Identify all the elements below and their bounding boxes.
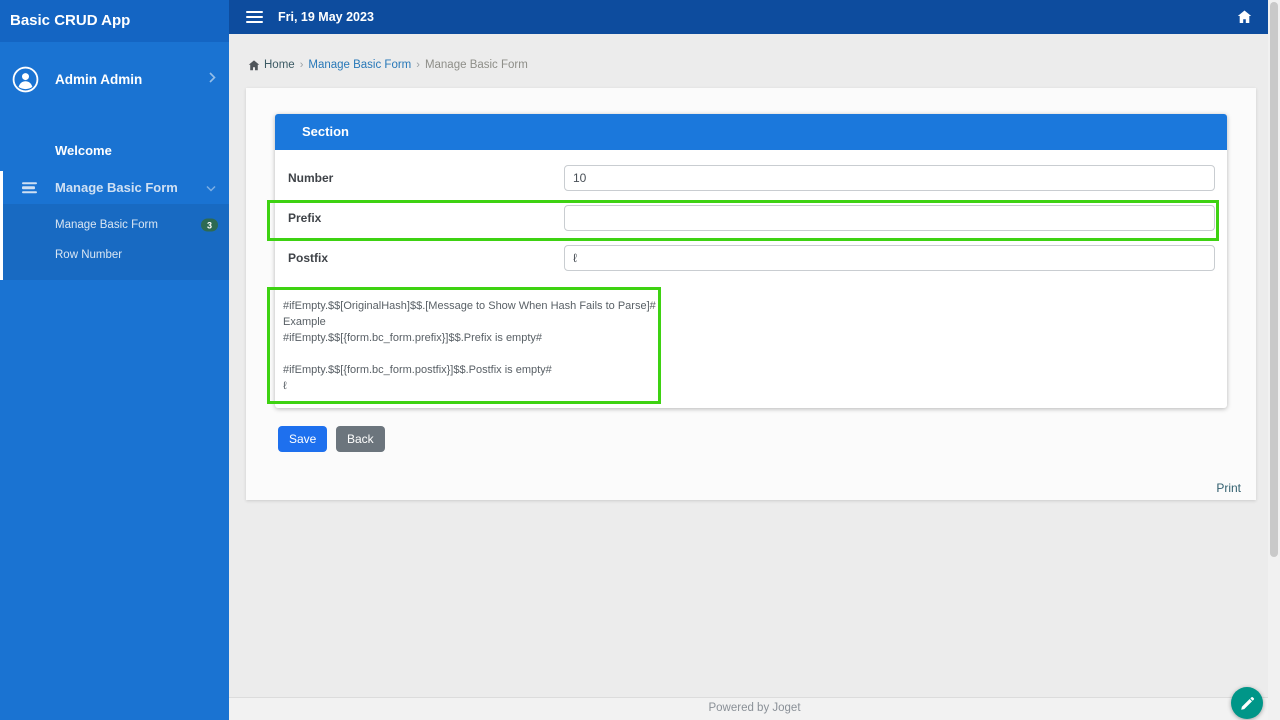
chevron-down-icon — [206, 180, 216, 195]
prefix-input[interactable] — [564, 205, 1215, 231]
topbar: Fri, 19 May 2023 — [229, 0, 1280, 34]
count-badge: 3 — [201, 218, 218, 232]
menu-icon[interactable] — [246, 8, 263, 26]
user-avatar-icon — [12, 66, 39, 93]
footer: Powered by Joget — [229, 697, 1280, 720]
sidebar-subitem-label: Manage Basic Form — [55, 219, 158, 231]
form-row-number: Number — [275, 158, 1227, 198]
save-button[interactable]: Save — [278, 426, 328, 452]
content-panel: Section Number Prefix Postfix #ifEmpty.$… — [246, 88, 1256, 500]
sidebar: Basic CRUD App Admin Admin Welcome Manag… — [0, 0, 229, 720]
sidebar-subitem-row-number[interactable]: Row Number — [3, 240, 229, 270]
form-rows: Number Prefix Postfix — [275, 150, 1227, 278]
form-card: Section Number Prefix Postfix #ifEmpty.$… — [275, 114, 1227, 408]
postfix-input[interactable] — [564, 245, 1215, 271]
scrollbar-thumb[interactable] — [1270, 2, 1278, 557]
sidebar-subitem-label: Row Number — [55, 249, 123, 261]
back-button[interactable]: Back — [336, 426, 385, 452]
sidebar-item-welcome[interactable]: Welcome — [0, 134, 229, 167]
number-label: Number — [288, 171, 334, 185]
sidebar-item-manage-basic-form[interactable]: Manage Basic Form — [3, 171, 229, 204]
breadcrumb: Home › Manage Basic Form › Manage Basic … — [248, 59, 528, 71]
chevron-right-icon — [209, 70, 216, 88]
number-input[interactable] — [564, 165, 1215, 191]
hash-syntax-help-text: #ifEmpty.$$[OriginalHash]$$.[Message to … — [283, 300, 656, 392]
sidebar-active-group: Manage Basic Form Manage Basic Form 3 Ro… — [0, 171, 229, 280]
list-icon — [22, 180, 37, 196]
breadcrumb-manage-basic-form-link[interactable]: Manage Basic Form — [308, 59, 411, 71]
section-header: Section — [275, 114, 1227, 150]
sidebar-menu: Welcome Manage Basic Form Manage Basic F… — [0, 134, 229, 280]
sidebar-subitem-manage-basic-form[interactable]: Manage Basic Form 3 — [3, 210, 229, 240]
topbar-date: Fri, 19 May 2023 — [278, 10, 374, 24]
breadcrumb-separator: › — [416, 59, 420, 71]
sidebar-submenu: Manage Basic Form 3 Row Number — [3, 204, 229, 280]
home-icon — [248, 59, 260, 71]
breadcrumb-current: Manage Basic Form — [424, 59, 528, 71]
breadcrumb-separator: › — [299, 59, 304, 71]
app-window: Basic CRUD App Admin Admin Welcome Manag… — [0, 0, 1280, 720]
user-name: Admin Admin — [55, 72, 143, 87]
app-title: Basic CRUD App — [0, 0, 229, 42]
edit-fab-button[interactable] — [1231, 687, 1263, 719]
breadcrumb-home-link[interactable]: Home — [264, 59, 295, 71]
form-row-postfix: Postfix — [275, 238, 1227, 278]
sidebar-item-label: Manage Basic Form — [55, 180, 178, 195]
postfix-label: Postfix — [288, 251, 329, 265]
form-row-prefix: Prefix — [275, 198, 1227, 238]
pencil-icon — [1240, 696, 1255, 711]
prefix-label: Prefix — [288, 211, 322, 225]
page-scrollbar[interactable] — [1268, 0, 1280, 720]
home-icon[interactable] — [1237, 10, 1252, 24]
print-link[interactable]: Print — [1216, 481, 1241, 495]
user-menu[interactable]: Admin Admin — [0, 42, 229, 115]
sidebar-item-label: Welcome — [55, 143, 112, 158]
